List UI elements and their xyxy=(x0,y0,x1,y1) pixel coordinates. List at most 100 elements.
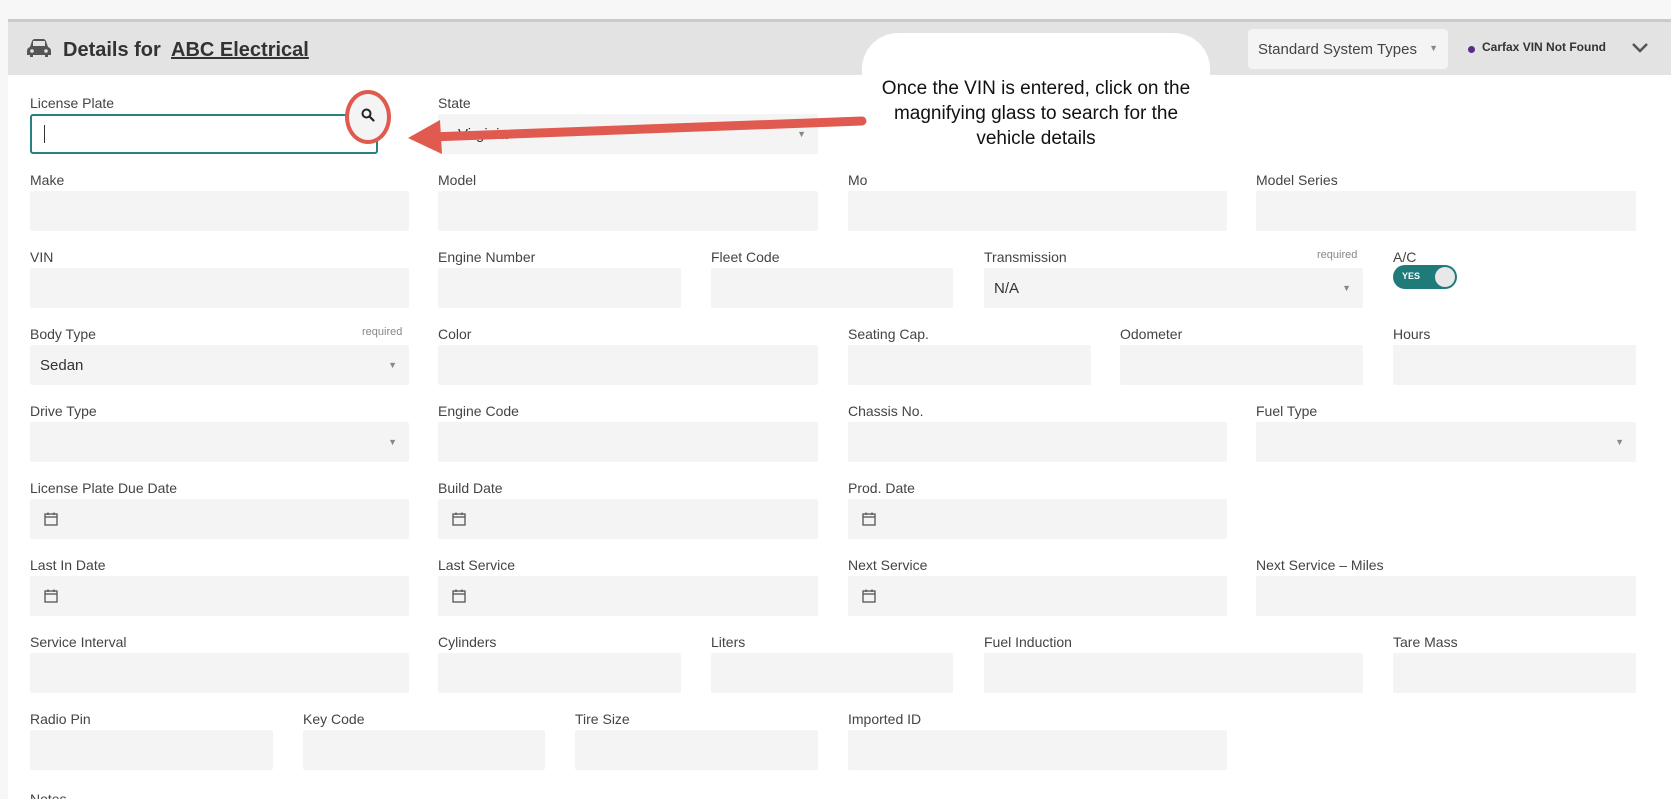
odometer-input[interactable] xyxy=(1120,345,1363,385)
model-input[interactable] xyxy=(438,191,818,231)
transmission-value: N/A xyxy=(994,280,1020,297)
seating-cap-input[interactable] xyxy=(848,345,1091,385)
notes-label: Notes xyxy=(30,791,67,799)
customer-link[interactable]: ABC Electrical xyxy=(171,39,309,62)
model-detail-input[interactable] xyxy=(848,191,1227,231)
make-label: Make xyxy=(30,172,65,188)
make-input[interactable] xyxy=(30,191,409,231)
panel-header: Details for ABC Electrical Standard Syst… xyxy=(8,22,1671,75)
fuel-induction-input[interactable] xyxy=(984,653,1363,693)
vin-label: VIN xyxy=(30,249,54,265)
hours-label: Hours xyxy=(1393,326,1431,342)
prod-date-label: Prod. Date xyxy=(848,480,915,496)
lp-due-date-input[interactable] xyxy=(30,499,409,539)
state-select[interactable]: Virginia ▼ xyxy=(438,114,818,154)
ac-toggle[interactable]: YES xyxy=(1393,265,1457,289)
color-input[interactable] xyxy=(438,345,818,385)
calendar-icon[interactable] xyxy=(44,512,58,526)
chevron-down-icon: ▼ xyxy=(388,360,397,370)
license-plate-input[interactable] xyxy=(30,114,378,154)
tare-mass-label: Tare Mass xyxy=(1393,634,1458,650)
next-service-miles-label: Next Service – Miles xyxy=(1256,557,1384,573)
calendar-icon[interactable] xyxy=(452,589,466,603)
transmission-label: Transmission xyxy=(984,249,1067,265)
body-type-select[interactable]: Sedan ▼ xyxy=(30,345,409,385)
key-code-label: Key Code xyxy=(303,711,365,727)
engine-number-input[interactable] xyxy=(438,268,681,308)
state-value: Virginia xyxy=(458,126,508,143)
chevron-down-icon: ▼ xyxy=(1429,43,1438,53)
body-type-label: Body Type xyxy=(30,326,96,342)
prod-date-input[interactable] xyxy=(848,499,1227,539)
page-title: Details for xyxy=(63,39,161,61)
carfax-status: Carfax VIN Not Found xyxy=(1482,40,1607,54)
tare-mass-input[interactable] xyxy=(1393,653,1636,693)
seating-cap-label: Seating Cap. xyxy=(848,326,929,342)
next-service-miles-input[interactable] xyxy=(1256,576,1636,616)
calendar-icon[interactable] xyxy=(862,512,876,526)
model-series-input[interactable] xyxy=(1256,191,1636,231)
calendar-icon[interactable] xyxy=(452,512,466,526)
system-type-value: Standard System Types xyxy=(1258,41,1417,58)
calendar-icon[interactable] xyxy=(862,589,876,603)
required-indicator: required xyxy=(362,326,403,338)
radio-pin-label: Radio Pin xyxy=(30,711,91,727)
fuel-type-select[interactable]: ▼ xyxy=(1256,422,1636,462)
liters-input[interactable] xyxy=(711,653,953,693)
imported-id-label: Imported ID xyxy=(848,711,922,727)
build-date-label: Build Date xyxy=(438,480,503,496)
drive-type-select[interactable]: ▼ xyxy=(30,422,409,462)
chevron-down-icon: ▼ xyxy=(797,129,806,139)
tire-size-input[interactable] xyxy=(575,730,818,770)
fleet-code-input[interactable] xyxy=(711,268,953,308)
search-button[interactable] xyxy=(345,90,391,144)
car-icon xyxy=(27,39,51,57)
model-partial-label: Mo xyxy=(848,172,868,188)
key-code-input[interactable] xyxy=(303,730,545,770)
chevron-down-icon: ▼ xyxy=(1342,283,1351,293)
last-in-date-input[interactable] xyxy=(30,576,409,616)
toggle-label: YES xyxy=(1402,271,1421,281)
lp-due-date-label: License Plate Due Date xyxy=(30,480,178,496)
chevron-down-icon: ▼ xyxy=(1615,437,1624,447)
collapse-chevron-icon[interactable] xyxy=(1631,38,1649,56)
last-service-input[interactable] xyxy=(438,576,818,616)
engine-number-label: Engine Number xyxy=(438,249,536,265)
vehicle-details-panel: Details for ABC Electrical Standard Syst… xyxy=(8,19,1671,799)
callout-text: Once the VIN is entered, click on the ma… xyxy=(881,78,1191,149)
cylinders-label: Cylinders xyxy=(438,634,497,650)
transmission-select[interactable]: N/A ▼ xyxy=(984,268,1363,308)
system-type-select[interactable]: Standard System Types ▼ xyxy=(1248,29,1448,69)
state-label: State xyxy=(438,95,471,111)
model-label: Model xyxy=(438,172,477,188)
tire-size-label: Tire Size xyxy=(575,711,630,727)
fuel-induction-label: Fuel Induction xyxy=(984,634,1072,650)
odometer-label: Odometer xyxy=(1120,326,1183,342)
imported-id-input[interactable] xyxy=(848,730,1227,770)
liters-label: Liters xyxy=(711,634,746,650)
chassis-no-input[interactable] xyxy=(848,422,1227,462)
service-interval-label: Service Interval xyxy=(30,634,127,650)
cylinders-input[interactable] xyxy=(438,653,681,693)
next-service-input[interactable] xyxy=(848,576,1227,616)
hours-input[interactable] xyxy=(1393,345,1636,385)
text-cursor xyxy=(44,125,45,143)
search-icon xyxy=(361,108,375,122)
engine-code-input[interactable] xyxy=(438,422,818,462)
required-indicator: required xyxy=(1317,249,1358,261)
engine-code-label: Engine Code xyxy=(438,403,519,419)
toggle-knob xyxy=(1435,267,1455,287)
radio-pin-input[interactable] xyxy=(30,730,273,770)
calendar-icon[interactable] xyxy=(44,589,58,603)
status-dot-icon xyxy=(1468,46,1475,53)
vin-input[interactable] xyxy=(30,268,409,308)
chassis-no-label: Chassis No. xyxy=(848,403,924,419)
drive-type-label: Drive Type xyxy=(30,403,97,419)
last-in-date-label: Last In Date xyxy=(30,557,106,573)
next-service-label: Next Service xyxy=(848,557,928,573)
chevron-down-icon: ▼ xyxy=(388,437,397,447)
color-label: Color xyxy=(438,326,472,342)
service-interval-input[interactable] xyxy=(30,653,409,693)
ac-label: A/C xyxy=(1393,249,1417,265)
build-date-input[interactable] xyxy=(438,499,818,539)
